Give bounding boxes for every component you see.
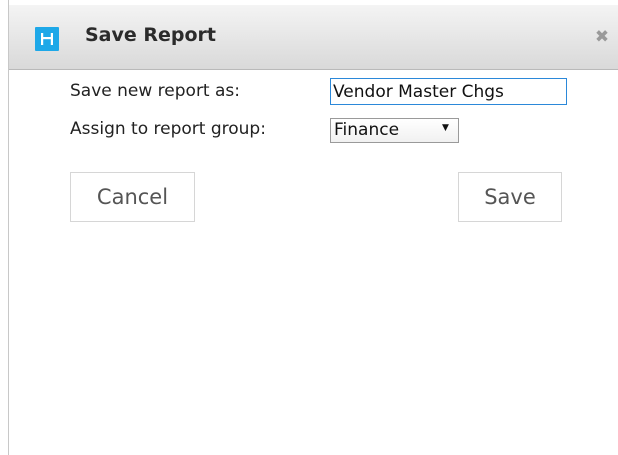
close-icon[interactable]: ✖ — [593, 27, 611, 47]
report-group-selected-value: Finance — [334, 120, 400, 140]
report-name-input[interactable] — [330, 78, 567, 105]
report-group-label: Assign to report group: — [70, 119, 266, 139]
app-logo-icon — [35, 27, 59, 51]
dropdown-arrow-icon: ▼ — [442, 123, 449, 133]
save-button[interactable]: Save — [458, 172, 562, 222]
cancel-button[interactable]: Cancel — [70, 172, 195, 222]
dialog-title: Save Report — [85, 24, 217, 46]
report-group-select[interactable]: Finance ▼ — [330, 118, 459, 143]
report-name-label: Save new report as: — [70, 81, 240, 101]
dialog-titlebar: Save Report ✖ — [9, 5, 618, 70]
save-report-dialog: Save Report ✖ Save new report as: Assign… — [8, 0, 618, 455]
